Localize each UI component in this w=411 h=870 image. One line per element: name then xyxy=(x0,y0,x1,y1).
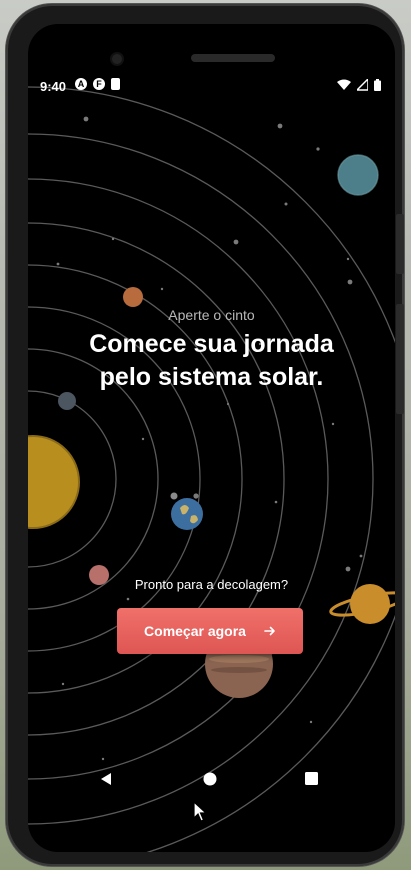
hero-title-line-1: Comece sua jornada xyxy=(89,330,334,358)
front-camera xyxy=(112,54,122,64)
hero-title-line-2: pelo sistema solar. xyxy=(99,363,324,391)
home-icon[interactable] xyxy=(203,772,217,786)
volume-button xyxy=(396,304,404,414)
status-time: 9:40 xyxy=(40,79,67,94)
venus xyxy=(123,287,143,307)
battery-icon xyxy=(374,79,381,91)
status-bar: 9:40 A F xyxy=(28,74,395,98)
mouse-pointer-icon xyxy=(193,801,207,822)
signal-icon xyxy=(357,79,368,91)
hero-title: Comece sua jornada pelo sistema solar. xyxy=(28,328,395,394)
navigation-bar xyxy=(28,764,395,794)
earth xyxy=(171,498,203,530)
app-screen: 9:40 A F Aperte o cinto Comece sua jorna… xyxy=(28,24,395,852)
sun xyxy=(28,436,79,528)
phone-frame: 9:40 A F Aperte o cinto Comece sua jorna… xyxy=(6,4,404,866)
sd-card-icon xyxy=(111,78,120,90)
orbits xyxy=(28,86,395,852)
notification-icons: A F xyxy=(75,78,120,90)
arrow-right-icon xyxy=(264,626,275,636)
moon xyxy=(170,492,178,500)
f-notification-icon: F xyxy=(93,78,105,90)
system-icons xyxy=(337,79,381,91)
start-now-button[interactable]: Começar agora xyxy=(117,608,303,654)
launch-prompt: Pronto para a decolagem? xyxy=(134,577,289,592)
solar-system-illustration xyxy=(28,86,395,852)
a-notification-icon: A xyxy=(75,78,87,90)
start-now-label: Começar agora xyxy=(144,623,246,639)
power-button xyxy=(396,214,404,274)
mercury xyxy=(58,392,76,410)
recents-icon[interactable] xyxy=(305,772,318,785)
back-icon[interactable] xyxy=(99,772,113,786)
wifi-icon xyxy=(337,79,351,90)
earpiece-speaker xyxy=(191,54,275,62)
hero-subtitle: Aperte o cinto xyxy=(168,307,255,323)
